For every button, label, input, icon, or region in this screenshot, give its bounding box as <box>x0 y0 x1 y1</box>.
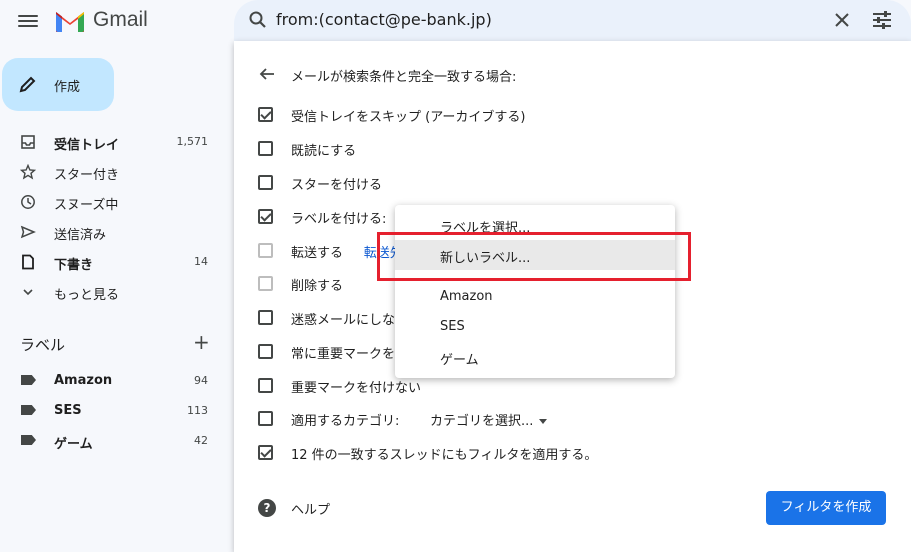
option-label: 削除する <box>291 279 344 294</box>
option-label: スターを付ける <box>291 178 383 193</box>
sidebar-item-count: 1,571 <box>176 135 209 148</box>
label-tag-icon <box>21 375 36 385</box>
sidebar-item-inbox[interactable]: 受信トレイ 1,571 <box>0 127 220 157</box>
main-menu-icon[interactable] <box>18 12 38 32</box>
option-label: ラベルを付ける: <box>291 212 387 227</box>
option-label: 12 件の一致するスレッドにもフィルタを適用する。 <box>291 448 598 463</box>
forward-label: 転送する <box>291 246 344 261</box>
add-label-icon[interactable]: + <box>193 330 210 354</box>
label-tag-icon <box>21 405 36 415</box>
chevron-down-icon <box>23 289 33 296</box>
back-arrow-icon[interactable] <box>258 65 276 83</box>
checkbox[interactable] <box>258 243 273 258</box>
compose-label: 作成 <box>54 80 81 95</box>
clock-icon <box>21 195 35 209</box>
help-icon[interactable]: ? <box>258 499 276 517</box>
help-link[interactable]: ヘルプ <box>291 499 330 518</box>
sidebar-item-label: 下書き <box>54 258 94 273</box>
create-filter-button[interactable]: フィルタを作成 <box>766 491 886 525</box>
labels-heading: ラベル <box>20 336 66 354</box>
clear-search-icon[interactable] <box>832 10 852 30</box>
option-label: 迷惑メールにしない <box>291 313 409 328</box>
highlight-box <box>377 232 691 281</box>
pencil-icon <box>19 76 36 93</box>
search-icon[interactable] <box>248 10 268 30</box>
sidebar-item-drafts[interactable]: 下書き 14 <box>0 247 220 277</box>
sidebar-label-game[interactable]: ゲーム 42 <box>0 425 220 455</box>
checkbox[interactable] <box>258 378 273 393</box>
sidebar-nav: 受信トレイ 1,571 スター付き スヌーズ中 送信済み 下書き 14 もっと見… <box>0 127 220 307</box>
gmail-logo-icon[interactable] <box>54 8 86 34</box>
compose-button[interactable]: 作成 <box>2 58 114 111</box>
filter-title: メールが検索条件と完全一致する場合: <box>291 70 517 85</box>
label-count: 42 <box>194 434 208 447</box>
sidebar-item-label: スター付き <box>54 168 120 183</box>
sidebar-label-ses[interactable]: SES 113 <box>0 395 220 425</box>
sidebar-item-more[interactable]: もっと見る <box>0 277 220 307</box>
draft-icon <box>22 254 34 270</box>
checkbox[interactable] <box>258 276 273 291</box>
search-options-icon[interactable] <box>871 10 893 30</box>
sidebar-item-starred[interactable]: スター付き <box>0 157 220 187</box>
label-name: SES <box>54 403 82 418</box>
checkbox[interactable] <box>258 310 273 325</box>
menu-item-game[interactable]: ゲーム <box>395 342 675 372</box>
category-select[interactable]: カテゴリを選択... <box>430 410 548 429</box>
sidebar-item-sent[interactable]: 送信済み <box>0 217 220 247</box>
sidebar-item-label: 送信済み <box>54 228 107 243</box>
category-select-value: カテゴリを選択... <box>430 414 534 429</box>
label-name: Amazon <box>54 373 113 388</box>
sidebar-item-label: 受信トレイ <box>54 138 120 153</box>
search-input[interactable]: from:(contact@pe-bank.jp) <box>276 10 492 29</box>
send-icon <box>20 225 36 239</box>
option-label: 重要マークを付けない <box>291 381 422 396</box>
sidebar-item-label: もっと見る <box>54 288 120 303</box>
search-bar[interactable]: from:(contact@pe-bank.jp) <box>234 0 911 41</box>
option-label: 受信トレイをスキップ (アーカイブする) <box>291 110 526 125</box>
option-label: 既読にする <box>291 144 357 159</box>
sidebar-item-count: 14 <box>194 255 208 268</box>
label-dropdown-menu: ラベルを選択... 新しいラベル... Amazon SES ゲーム <box>395 205 675 378</box>
checkbox[interactable] <box>258 141 273 156</box>
label-count: 94 <box>194 374 208 387</box>
label-tag-icon <box>21 435 36 445</box>
menu-item-label: Amazon <box>440 289 493 304</box>
checkbox[interactable] <box>258 344 273 359</box>
checkbox[interactable] <box>258 445 273 460</box>
star-icon <box>20 164 36 180</box>
label-name: ゲーム <box>54 437 93 452</box>
inbox-icon <box>21 135 35 149</box>
checkbox[interactable] <box>258 411 273 426</box>
dropdown-arrow-icon <box>539 419 548 424</box>
menu-item-ses[interactable]: SES <box>395 312 675 342</box>
option-label: 適用するカテゴリ: <box>291 414 400 429</box>
brand-name: Gmail <box>93 8 148 31</box>
menu-item-amazon[interactable]: Amazon <box>395 282 675 312</box>
checkbox[interactable] <box>258 209 273 224</box>
sidebar-label-amazon[interactable]: Amazon 94 <box>0 365 220 395</box>
sidebar-item-label: スヌーズ中 <box>54 198 119 213</box>
checkbox[interactable] <box>258 107 273 122</box>
menu-item-label: ゲーム <box>440 353 479 368</box>
label-count: 113 <box>187 404 208 417</box>
checkbox[interactable] <box>258 175 273 190</box>
menu-item-label: SES <box>440 319 465 334</box>
labels-list: Amazon 94 SES 113 ゲーム 42 <box>0 365 220 455</box>
sidebar-item-snoozed[interactable]: スヌーズ中 <box>0 187 220 217</box>
